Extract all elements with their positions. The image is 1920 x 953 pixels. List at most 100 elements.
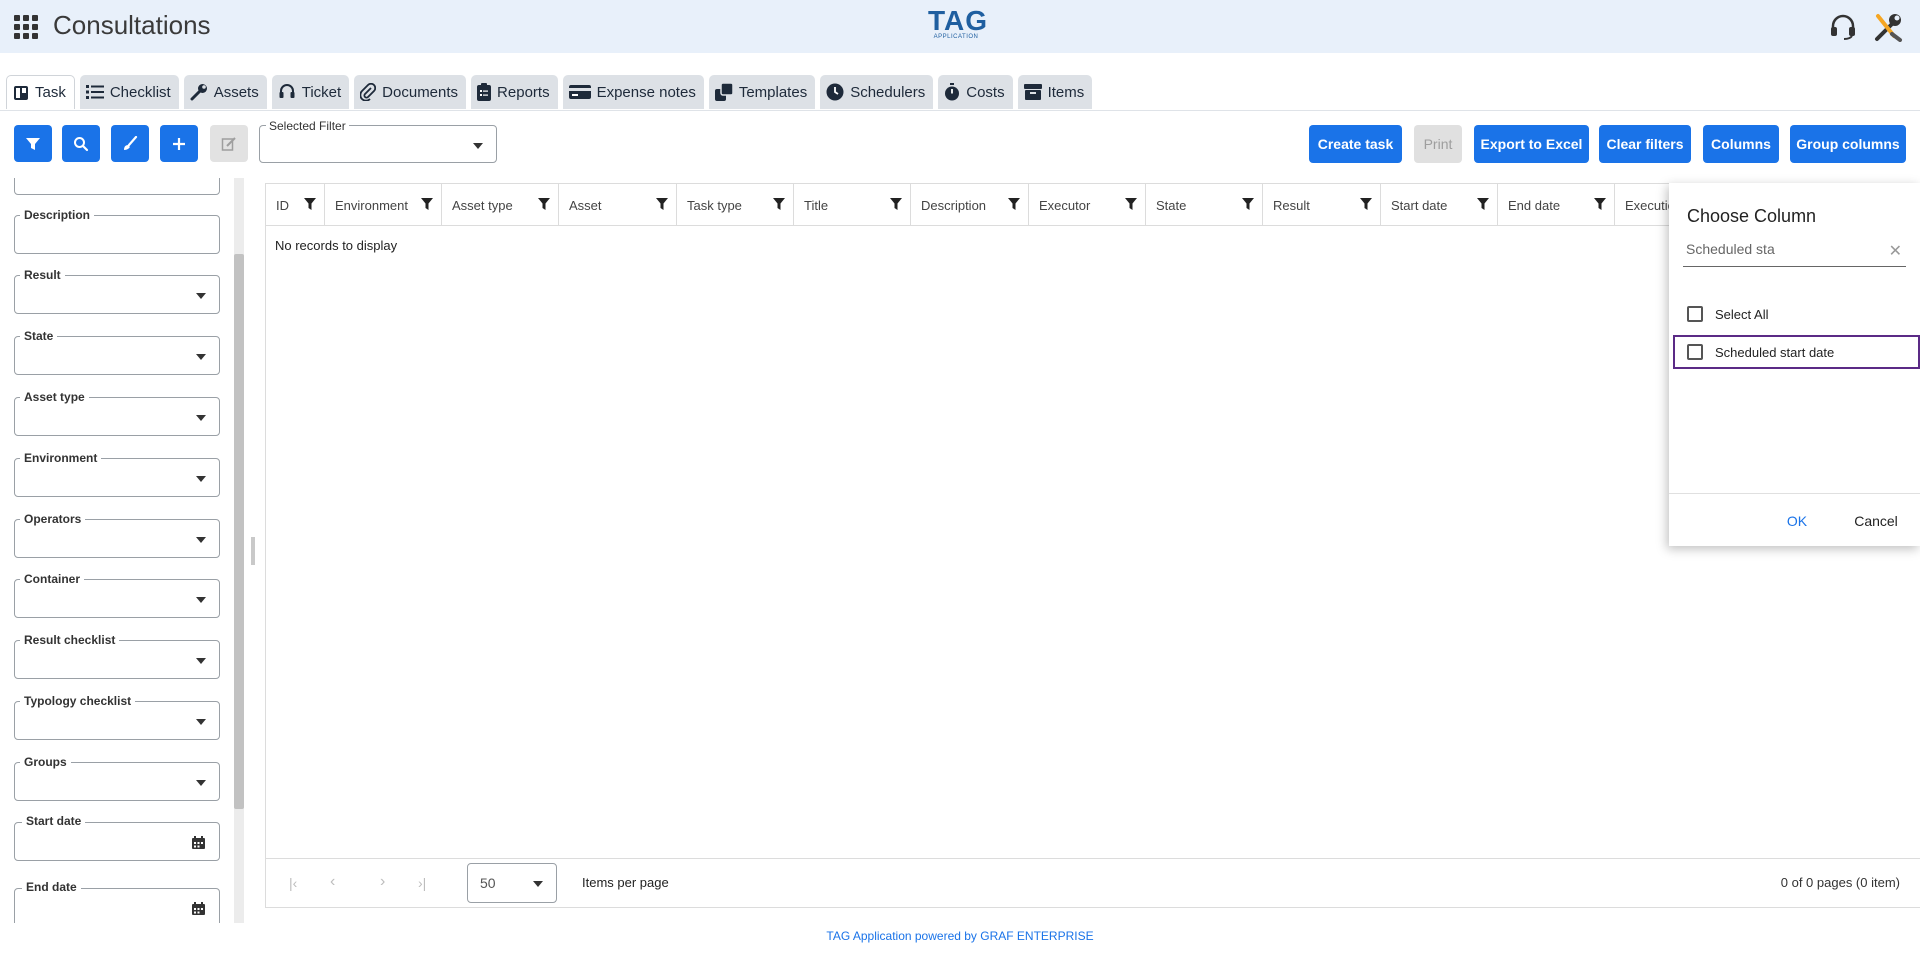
filter-sidebar: Description Result State Asset type Envi… — [0, 178, 250, 923]
chevron-down-icon — [196, 780, 206, 786]
print-button[interactable]: Print — [1414, 125, 1462, 163]
tab-reports[interactable]: Reports — [471, 75, 558, 109]
chevron-down-icon — [196, 719, 206, 725]
brush-icon — [124, 135, 138, 150]
logo-text: TAG — [928, 5, 989, 36]
tab-documents[interactable]: Documents — [354, 75, 467, 109]
last-page-button[interactable]: ›| — [418, 875, 426, 891]
tab-assets[interactable]: Assets — [183, 75, 267, 109]
filter-icon[interactable] — [656, 198, 668, 210]
tab-expense-notes[interactable]: Expense notes — [562, 75, 704, 109]
select-all-checkbox[interactable] — [1687, 306, 1703, 322]
column-header-task-type[interactable]: Task type — [677, 184, 794, 226]
prev-page-button[interactable]: ‹ — [330, 873, 335, 891]
column-option-scheduled-start-date[interactable]: Scheduled start date — [1673, 335, 1920, 369]
column-header-state[interactable]: State — [1146, 184, 1263, 226]
group-columns-button[interactable]: Group columns — [1790, 125, 1906, 163]
search-button[interactable] — [62, 125, 100, 162]
column-search-input[interactable] — [1686, 241, 1876, 257]
ok-button[interactable]: OK — [1767, 513, 1827, 535]
filter-icon[interactable] — [421, 198, 433, 210]
clock-icon — [826, 83, 844, 101]
tab-schedulers[interactable]: Schedulers — [820, 75, 934, 109]
field-label: Operators — [20, 512, 86, 526]
filter-icon[interactable] — [1594, 198, 1606, 210]
tab-checklist[interactable]: Checklist — [79, 75, 179, 109]
add-button[interactable] — [160, 125, 198, 162]
field-label: Groups — [20, 755, 71, 769]
calendar-icon[interactable] — [192, 902, 205, 915]
next-page-button[interactable]: › — [380, 873, 385, 891]
resize-handle[interactable] — [251, 537, 255, 565]
filter-icon[interactable] — [304, 198, 316, 210]
column-title: Asset — [569, 198, 602, 213]
filter-icon[interactable] — [773, 198, 785, 210]
tab-items[interactable]: Items — [1017, 75, 1093, 109]
tab-ticket[interactable]: Ticket — [271, 75, 350, 109]
column-header-result[interactable]: Result — [1263, 184, 1381, 226]
copy-icon — [714, 83, 733, 101]
column-title: Environment — [335, 198, 408, 213]
column-header-executor[interactable]: Executor — [1029, 184, 1146, 226]
tab-costs[interactable]: Costs — [938, 75, 1013, 109]
select-all-option[interactable]: Select All — [1683, 299, 1916, 329]
tab-task[interactable]: Task — [6, 75, 75, 109]
cancel-button[interactable]: Cancel — [1841, 513, 1911, 535]
filter-icon[interactable] — [1008, 198, 1020, 210]
column-header-environment[interactable]: Environment — [325, 184, 442, 226]
column-header-title[interactable]: Title — [794, 184, 911, 226]
stopwatch-icon — [945, 83, 960, 101]
field-label: Description — [20, 208, 95, 222]
column-header-end-date[interactable]: End date — [1498, 184, 1615, 226]
chevron-down-icon — [196, 658, 206, 664]
filter-icon[interactable] — [538, 198, 550, 210]
tab-templates[interactable]: Templates — [708, 75, 816, 109]
filter-icon[interactable] — [1242, 198, 1254, 210]
sidebar-scrollbar-thumb[interactable] — [234, 254, 244, 809]
column-title: End date — [1508, 198, 1561, 213]
filter-icon[interactable] — [890, 198, 902, 210]
column-header-description[interactable]: Description — [911, 184, 1029, 226]
tab-label: Ticket — [301, 83, 342, 101]
export-excel-button[interactable]: Export to Excel — [1474, 125, 1589, 163]
option-label: Select All — [1715, 307, 1769, 322]
column-header-asset[interactable]: Asset — [559, 184, 677, 226]
page-info: 0 of 0 pages (0 item) — [1780, 875, 1900, 890]
wrench-icon — [190, 84, 207, 101]
column-title: Executor — [1039, 198, 1091, 213]
close-icon[interactable]: ✕ — [1889, 241, 1902, 261]
calendar-icon[interactable] — [192, 836, 205, 849]
create-task-button[interactable]: Create task — [1309, 125, 1402, 163]
tab-label: Checklist — [109, 83, 171, 101]
column-search: ✕ — [1683, 235, 1906, 267]
column-header-asset-type[interactable]: Asset type — [442, 184, 559, 226]
clear-brush-button[interactable] — [111, 125, 149, 162]
headset-icon[interactable] — [1828, 14, 1858, 40]
first-page-button[interactable]: |‹ — [289, 875, 297, 891]
tab-label: Templates — [738, 83, 808, 101]
filter-icon[interactable] — [1360, 198, 1372, 210]
column-header-id[interactable]: ID — [266, 184, 325, 226]
filter-field-partial[interactable] — [14, 178, 220, 195]
filter-icon[interactable] — [1125, 198, 1137, 210]
page-size-value: 50 — [480, 875, 496, 891]
field-label: Result checklist — [20, 633, 120, 647]
chevron-down-icon — [196, 476, 206, 482]
filter-button[interactable] — [14, 125, 52, 162]
scheduled-start-date-checkbox[interactable] — [1687, 344, 1703, 360]
filter-icon[interactable] — [1477, 198, 1489, 210]
page-title: Consultations — [53, 10, 211, 40]
tab-label: Documents — [382, 83, 459, 101]
selected-filter-label: Selected Filter — [266, 119, 349, 133]
clear-filters-button[interactable]: Clear filters — [1599, 125, 1691, 163]
tab-label: Assets — [213, 83, 259, 101]
tools-icon[interactable] — [1872, 12, 1904, 42]
columns-button[interactable]: Columns — [1703, 125, 1779, 163]
column-title: Description — [921, 198, 987, 213]
app-launcher-icon[interactable] — [14, 15, 38, 39]
column-header-start-date[interactable]: Start date — [1381, 184, 1498, 226]
chevron-down-icon — [196, 537, 206, 543]
plus-icon — [173, 137, 185, 150]
edit-button[interactable] — [210, 125, 248, 162]
field-label: Start date — [22, 814, 86, 828]
